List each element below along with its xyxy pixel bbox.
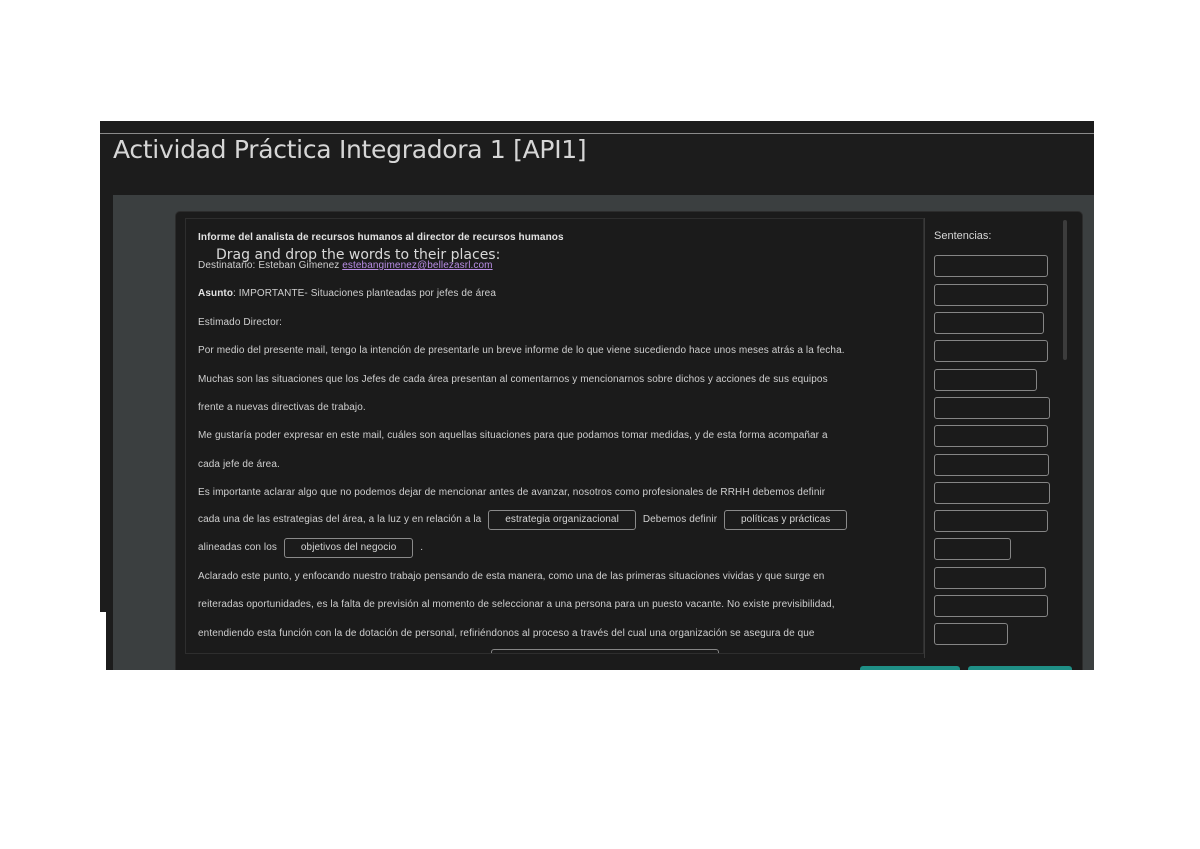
sentence-slot[interactable] bbox=[934, 510, 1048, 532]
drop-zone-estrategia[interactable]: estrategia organizacional bbox=[488, 510, 636, 530]
content-area: Drag and drop the words to their places:… bbox=[113, 195, 1094, 670]
sentence-slot[interactable] bbox=[934, 623, 1008, 645]
paragraph-4c: alineadas con los objetivos del negocio … bbox=[198, 538, 423, 558]
paragraph-5a: Aclarado este punto, y enfocando nuestro… bbox=[198, 571, 825, 582]
paragraph-2a: Muchas son las situaciones que los Jefes… bbox=[198, 374, 828, 385]
sentence-slot[interactable] bbox=[934, 284, 1048, 306]
edge-gap bbox=[100, 612, 106, 670]
sentence-slot[interactable] bbox=[934, 340, 1048, 362]
paragraph-1: Por medio del presente mail, tengo la in… bbox=[198, 345, 845, 356]
sentence-slot[interactable] bbox=[934, 312, 1044, 334]
paragraph-4b-text: cada una de las estrategias del área, a … bbox=[198, 514, 482, 525]
drop-zone-objetivos[interactable]: objetivos del negocio bbox=[283, 538, 414, 558]
paragraph-4c-text: alineadas con los bbox=[198, 542, 277, 553]
activity-instruction: Drag and drop the words to their places: bbox=[216, 247, 501, 263]
next-button[interactable] bbox=[968, 666, 1072, 670]
paragraph-2b: frente a nuevas directivas de trabajo. bbox=[198, 402, 366, 413]
paragraph-5b: reiteradas oportunidades, es la falta de… bbox=[198, 599, 835, 610]
email-heading: Informe del analista de recursos humanos… bbox=[198, 232, 564, 243]
paragraph-5c: entendiendo esta función con la de dotac… bbox=[198, 628, 815, 639]
panel-divider bbox=[924, 218, 925, 658]
email-greeting: Estimado Director: bbox=[198, 317, 283, 328]
sentence-slot[interactable] bbox=[934, 454, 1049, 476]
top-divider bbox=[100, 133, 1094, 134]
activity-window: Actividad Práctica Integradora 1 [API1] … bbox=[100, 121, 1094, 670]
paragraph-3a: Me gustaría poder expresar en este mail,… bbox=[198, 430, 828, 441]
email-text-area[interactable]: Drag and drop the words to their places:… bbox=[185, 218, 924, 654]
paragraph-4c-end: . bbox=[420, 542, 424, 553]
sentence-slot[interactable] bbox=[934, 595, 1048, 617]
sentences-panel: Sentencias: bbox=[928, 218, 1068, 652]
drop-zone-partial[interactable] bbox=[491, 649, 719, 653]
sentence-slot[interactable] bbox=[934, 255, 1048, 277]
paragraph-4b: cada una de las estrategias del área, a … bbox=[198, 510, 851, 530]
sentence-slot[interactable] bbox=[934, 397, 1050, 419]
subject-label: Asunto bbox=[198, 288, 234, 299]
drag-drop-activity: Drag and drop the words to their places:… bbox=[175, 211, 1083, 670]
sentences-label: Sentencias: bbox=[934, 230, 992, 242]
paragraph-4a: Es importante aclarar algo que no podemo… bbox=[198, 487, 826, 498]
sentence-slot[interactable] bbox=[934, 425, 1048, 447]
check-button[interactable] bbox=[860, 666, 960, 670]
subject-text: : IMPORTANTE- Situaciones planteadas por… bbox=[233, 288, 496, 299]
drop-zone-politicas[interactable]: políticas y prácticas bbox=[724, 510, 848, 530]
paragraph-4b-mid: Debemos definir bbox=[642, 514, 718, 525]
email-heading-text: Informe del analista de recursos humanos… bbox=[198, 232, 564, 243]
sentence-slot[interactable] bbox=[934, 567, 1046, 589]
paragraph-3b: cada jefe de área. bbox=[198, 459, 280, 470]
sentences-scrollbar[interactable] bbox=[1063, 220, 1067, 360]
sentence-slot[interactable] bbox=[934, 482, 1050, 504]
sentence-slot[interactable] bbox=[934, 369, 1037, 391]
email-subject-line: Asunto: IMPORTANTE- Situaciones plantead… bbox=[198, 288, 496, 299]
sentence-slot[interactable] bbox=[934, 538, 1011, 560]
page-title: Actividad Práctica Integradora 1 [API1] bbox=[113, 135, 587, 164]
